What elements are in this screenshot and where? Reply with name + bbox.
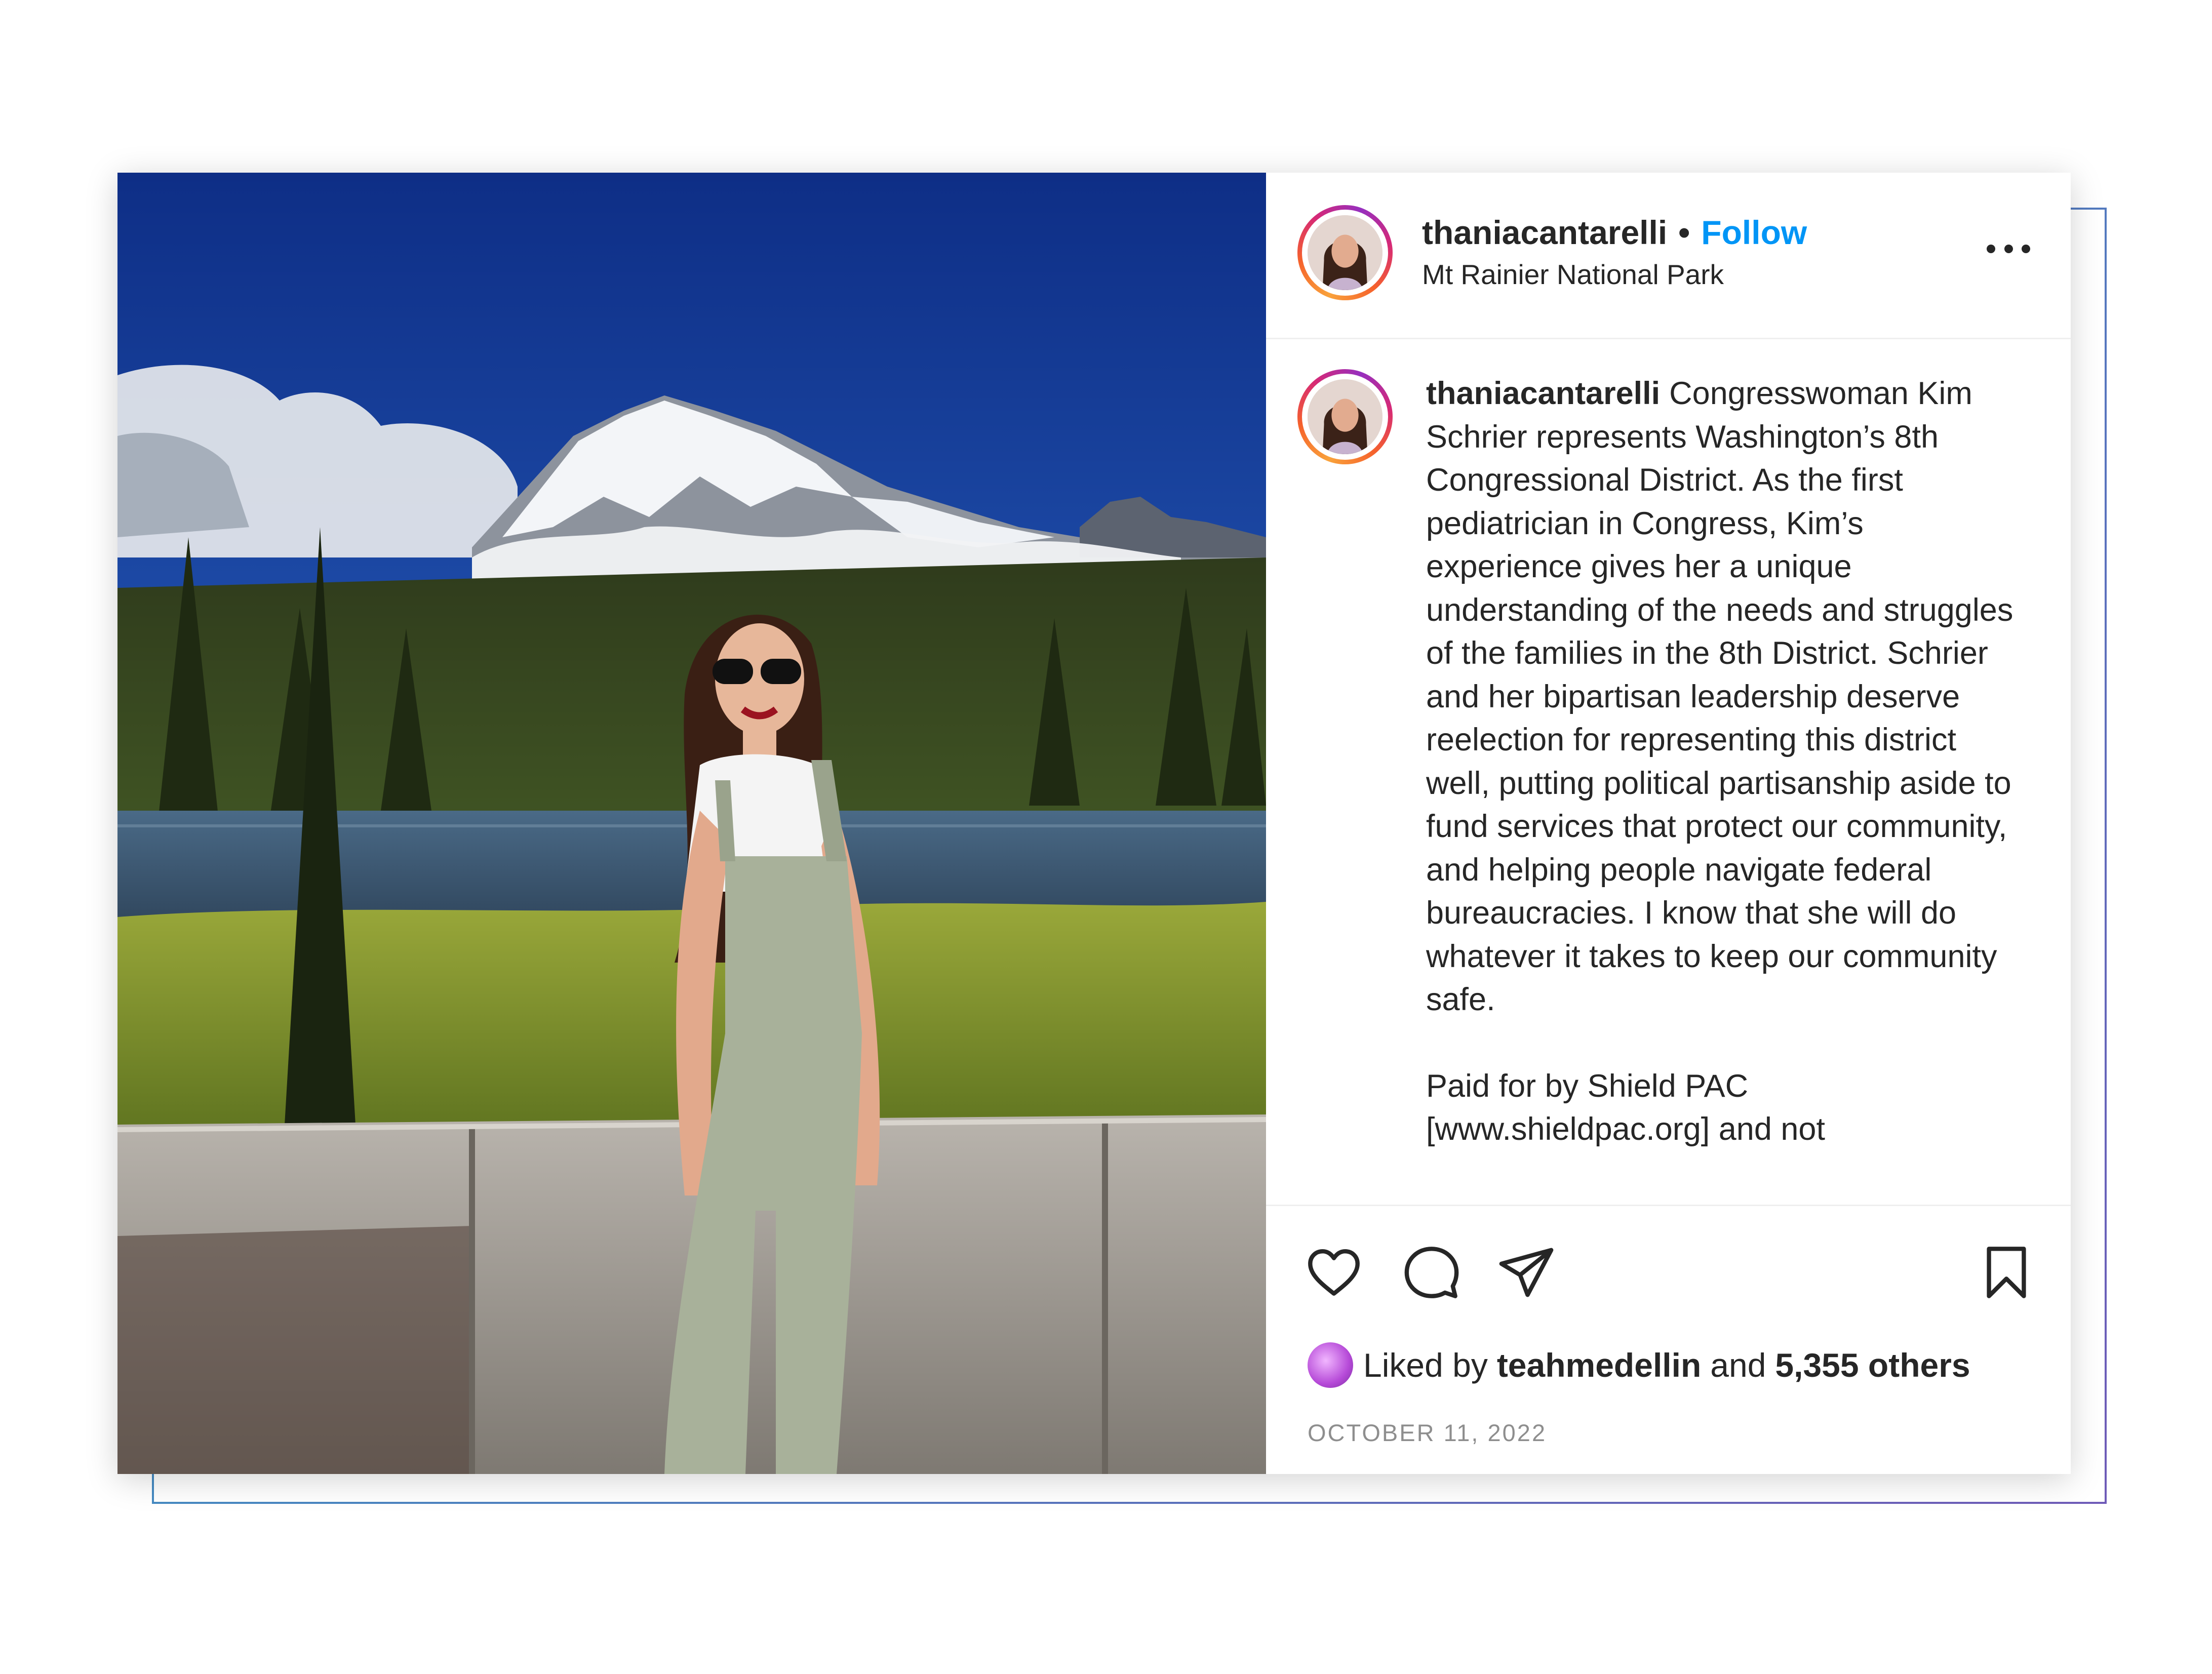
- more-horizontal-icon[interactable]: [1987, 238, 2030, 259]
- bookmark-icon[interactable]: [1977, 1243, 2036, 1302]
- post-caption: thaniacantarelli Congresswoman Kim Schrie…: [1426, 372, 2024, 1208]
- post-photo[interactable]: [117, 173, 1266, 1474]
- liker-avatar[interactable]: [1308, 1342, 1353, 1388]
- caption-disclaimer: Paid for by Shield PAC [www.shieldpac.or…: [1426, 1068, 1825, 1147]
- likes-summary: Liked by teahmedellin and 5,355 others: [1308, 1340, 1980, 1390]
- likes-others[interactable]: 5,355 others: [1775, 1346, 1970, 1384]
- caption-text: Congresswoman Kim Schrier represents Was…: [1426, 376, 2013, 1017]
- post-location[interactable]: Mt Rainier National Park: [1422, 257, 1724, 292]
- likes-prefix: Liked by: [1363, 1346, 1488, 1384]
- caption-author-avatar[interactable]: [1297, 369, 1393, 464]
- caption-username[interactable]: thaniacantarelli: [1426, 376, 1660, 411]
- likes-and: and: [1710, 1346, 1766, 1384]
- liked-by-user[interactable]: teahmedellin: [1497, 1346, 1701, 1384]
- heart-icon[interactable]: [1304, 1243, 1364, 1302]
- comment-icon[interactable]: [1402, 1243, 1462, 1302]
- post-side-panel: thaniacantarelli • Follow Mt Rainier Natio…: [1266, 173, 2071, 1474]
- share-icon[interactable]: [1496, 1243, 1556, 1302]
- post-header: thaniacantarelli • Follow Mt Rainier Natio…: [1266, 173, 2071, 339]
- header-separator: •: [1678, 214, 1690, 251]
- follow-button[interactable]: Follow: [1701, 214, 1807, 251]
- post-date[interactable]: OCTOBER 11, 2022: [1308, 1419, 1547, 1447]
- post-actions: Liked by teahmedellin and 5,355 others O…: [1266, 1205, 2071, 1474]
- instagram-post-card: thaniacantarelli • Follow Mt Rainier Natio…: [117, 173, 2071, 1474]
- header-title-line: thaniacantarelli • Follow: [1422, 212, 1807, 253]
- author-avatar[interactable]: [1297, 205, 1393, 300]
- author-username[interactable]: thaniacantarelli: [1422, 214, 1667, 251]
- stage: thaniacantarelli • Follow Mt Rainier Natio…: [0, 0, 2212, 1674]
